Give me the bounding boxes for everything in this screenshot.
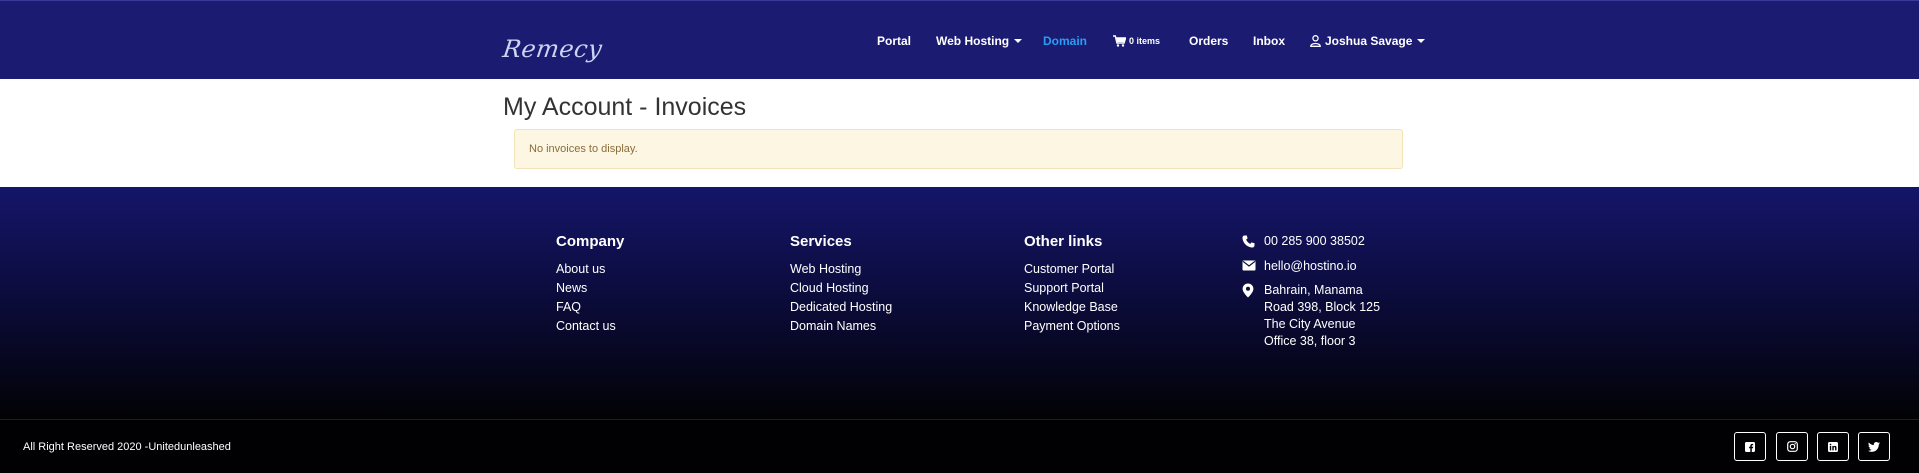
address-line: The City Avenue [1264, 317, 1356, 331]
footer-link[interactable]: Contact us [556, 317, 624, 336]
page-title: My Account - Invoices [503, 93, 747, 121]
footer-link[interactable]: Dedicated Hosting [790, 298, 892, 317]
phone-icon [1242, 235, 1264, 251]
footer-link[interactable]: Payment Options [1024, 317, 1120, 336]
footer-link[interactable]: Domain Names [790, 317, 892, 336]
nav-user-menu[interactable]: Joshua Savage [1310, 34, 1426, 48]
bottom-bar: All Right Reserved 2020 -Unitedunleashed [0, 419, 1919, 473]
footer-link[interactable]: Customer Portal [1024, 260, 1120, 279]
contact-email-row: hello@hostino.io [1242, 259, 1380, 274]
nav-web-hosting-label: Web Hosting [936, 34, 1010, 48]
nav-web-hosting[interactable]: Web Hosting [936, 34, 1023, 48]
contact-address: Bahrain, Manama Road 398, Block 125 The … [1264, 282, 1380, 350]
footer-contact: 00 285 900 38502 hello@hostino.io Bahrai… [1242, 234, 1380, 358]
footer-services-heading: Services [790, 233, 852, 250]
footer-company-heading: Company [556, 233, 625, 250]
footer-link[interactable]: News [556, 279, 624, 298]
cart-icon [1113, 35, 1126, 47]
brand-logo[interactable]: Remecy [501, 35, 604, 63]
main-content: My Account - Invoices No invoices to dis… [0, 79, 1919, 187]
nav-user-label: Joshua Savage [1325, 34, 1413, 48]
empty-invoices-message: No invoices to display. [529, 143, 638, 155]
empty-invoices-alert: No invoices to display. [514, 129, 1403, 169]
footer-company-column: Company About us News FAQ Contact us [556, 233, 624, 336]
footer-link[interactable]: FAQ [556, 298, 624, 317]
footer-services-column: Services Web Hosting Cloud Hosting Dedic… [790, 233, 892, 336]
instagram-button[interactable] [1776, 432, 1808, 461]
footer-link[interactable]: About us [556, 260, 624, 279]
copyright-text: All Right Reserved 2020 -Unitedunleashed [23, 441, 231, 453]
contact-email[interactable]: hello@hostino.io [1264, 259, 1357, 273]
map-marker-icon [1242, 283, 1264, 301]
contact-phone-row: 00 285 900 38502 [1242, 234, 1380, 251]
chevron-down-icon [1417, 39, 1426, 43]
address-line: Office 38, floor 3 [1264, 334, 1356, 348]
linkedin-button[interactable] [1817, 432, 1849, 461]
nav-cart[interactable]: 0 items [1113, 35, 1160, 47]
chevron-down-icon [1014, 39, 1023, 43]
user-icon [1310, 35, 1321, 47]
footer-other-heading: Other links [1024, 233, 1103, 250]
footer-link[interactable]: Knowledge Base [1024, 298, 1120, 317]
instagram-icon [1786, 441, 1798, 452]
nav-domain[interactable]: Domain [1043, 34, 1087, 48]
twitter-icon [1868, 441, 1880, 452]
cart-count: 0 items [1129, 36, 1161, 46]
twitter-button[interactable] [1858, 432, 1890, 461]
nav-orders[interactable]: Orders [1189, 34, 1228, 48]
envelope-icon [1242, 260, 1264, 274]
contact-phone[interactable]: 00 285 900 38502 [1264, 234, 1365, 248]
address-line: Road 398, Block 125 [1264, 300, 1381, 314]
address-line: Bahrain, Manama [1264, 283, 1363, 297]
footer-link[interactable]: Cloud Hosting [790, 279, 892, 298]
top-navbar: Remecy Portal Web Hosting Domain 0 items… [0, 0, 1919, 79]
contact-address-row: Bahrain, Manama Road 398, Block 125 The … [1242, 282, 1380, 350]
footer-other-column: Other links Customer Portal Support Port… [1024, 233, 1120, 336]
footer-link[interactable]: Web Hosting [790, 260, 892, 279]
footer-link[interactable]: Support Portal [1024, 279, 1120, 298]
facebook-button[interactable] [1734, 432, 1766, 461]
site-footer: Company About us News FAQ Contact us Ser… [0, 187, 1919, 419]
linkedin-icon [1828, 441, 1838, 452]
nav-inbox[interactable]: Inbox [1253, 34, 1285, 48]
facebook-icon [1745, 441, 1755, 452]
nav-portal[interactable]: Portal [877, 34, 911, 48]
